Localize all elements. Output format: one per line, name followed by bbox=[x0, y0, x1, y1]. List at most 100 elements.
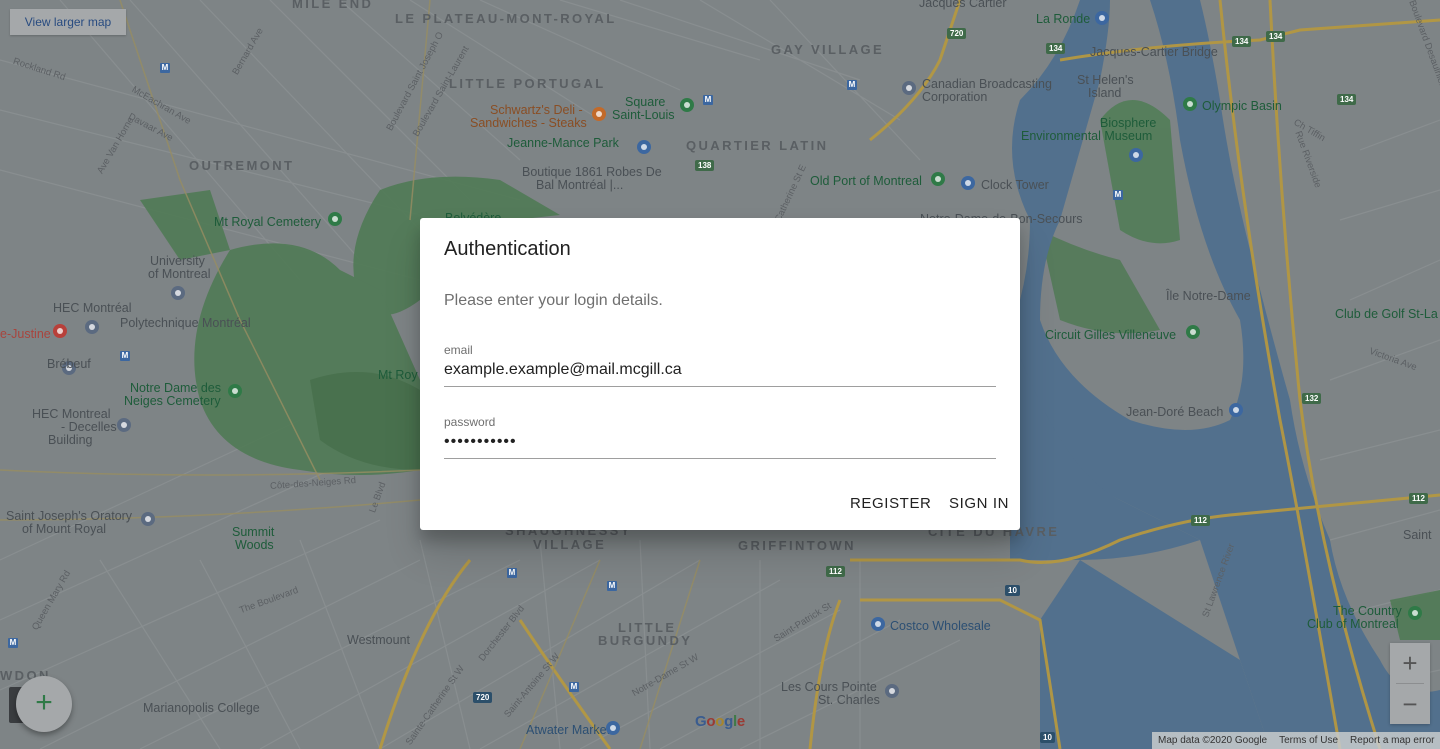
museum-pin-icon[interactable] bbox=[1129, 148, 1143, 162]
authentication-dialog: Authentication Please enter your login d… bbox=[420, 218, 1020, 530]
place-label: Westmount bbox=[347, 633, 410, 647]
highway-shield: 134 bbox=[1046, 43, 1066, 54]
place-label: HEC Montréal bbox=[53, 301, 132, 315]
password-underline bbox=[444, 458, 996, 459]
metro-icon: M bbox=[1113, 190, 1123, 200]
email-input[interactable] bbox=[444, 357, 996, 383]
place-label: Woods bbox=[235, 538, 274, 552]
metro-icon: M bbox=[120, 351, 130, 361]
district-label: GAY VILLAGE bbox=[771, 42, 885, 57]
place-label: Circuit Gilles Villeneuve bbox=[1045, 328, 1177, 342]
place-label: La Ronde bbox=[1036, 12, 1091, 26]
highway-shield: 134 bbox=[1337, 94, 1357, 105]
place-label: Sandwiches - Steaks bbox=[470, 116, 587, 130]
costco-pin-icon[interactable] bbox=[871, 617, 885, 631]
place-label: Jacques Cartier bbox=[919, 0, 1007, 10]
metro-icon: M bbox=[507, 568, 517, 578]
park-pin-icon[interactable] bbox=[680, 98, 694, 112]
view-larger-map-link[interactable]: View larger map bbox=[10, 9, 126, 35]
restaurant-pin-icon[interactable] bbox=[592, 107, 606, 121]
register-button[interactable]: REGISTER bbox=[842, 488, 939, 520]
highway-shield: 112 bbox=[1409, 493, 1428, 504]
circuit-pin-icon[interactable] bbox=[1186, 325, 1200, 339]
place-label: Mt Roy bbox=[378, 368, 418, 382]
highway-shield: 132 bbox=[1302, 393, 1322, 404]
beach-pin-icon[interactable] bbox=[1229, 403, 1243, 417]
highway-shield: 134 bbox=[1266, 31, 1286, 42]
district-label: OUTREMONT bbox=[189, 158, 295, 173]
shopping-pin-icon[interactable] bbox=[885, 684, 899, 698]
highway-shield: 112 bbox=[826, 566, 845, 577]
metro-icon: M bbox=[847, 80, 857, 90]
place-label: Île Notre-Dame bbox=[1166, 289, 1251, 303]
password-input[interactable] bbox=[444, 429, 996, 455]
district-label: MILE END bbox=[292, 0, 374, 11]
sign-in-button[interactable]: SIGN IN bbox=[941, 488, 1017, 520]
highway-shield: 134 bbox=[1232, 36, 1252, 47]
district-label: LE PLATEAU-MONT-ROYAL bbox=[395, 11, 617, 26]
google-logo: Google bbox=[695, 713, 745, 730]
place-label: Polytechnique Montréal bbox=[120, 316, 251, 330]
place-label: Island bbox=[1088, 86, 1122, 100]
place-label: Club of Montreal bbox=[1307, 617, 1399, 631]
place-label: of Mount Royal bbox=[22, 522, 107, 536]
highway-shield: 720 bbox=[947, 28, 967, 39]
place-label: Jeanne-Mance Park bbox=[507, 136, 619, 150]
school-pin-icon[interactable] bbox=[171, 286, 185, 300]
olympic-basin-pin-icon[interactable] bbox=[1183, 97, 1197, 111]
museum-pin-icon[interactable] bbox=[637, 140, 651, 154]
old-port-pin-icon[interactable] bbox=[931, 172, 945, 186]
highway-shield: 10 bbox=[1005, 585, 1020, 596]
place-label: Corporation bbox=[922, 90, 988, 104]
golf-pin-icon[interactable] bbox=[1408, 606, 1422, 620]
church-pin-icon[interactable] bbox=[141, 512, 155, 526]
password-label: password bbox=[444, 415, 496, 429]
email-underline bbox=[444, 386, 996, 387]
school-pin-icon[interactable] bbox=[117, 418, 131, 432]
district-label: VILLAGE bbox=[533, 537, 607, 552]
map-data-credit: Map data ©2020 Google bbox=[1158, 735, 1268, 746]
place-label: Old Port of Montreal bbox=[810, 174, 922, 188]
dialog-title: Authentication bbox=[444, 238, 571, 260]
add-fab-button[interactable]: + bbox=[16, 676, 72, 732]
highway-shield: 720 bbox=[473, 692, 493, 703]
report-map-error-link[interactable]: Report a map error bbox=[1350, 732, 1434, 749]
terms-of-use-link[interactable]: Terms of Use bbox=[1279, 732, 1338, 749]
metro-icon: M bbox=[8, 638, 18, 648]
highway-shield: 138 bbox=[695, 160, 715, 171]
place-label: Jean-Doré Beach bbox=[1126, 405, 1224, 419]
hospital-pin-icon[interactable] bbox=[53, 324, 67, 338]
school-pin-icon[interactable] bbox=[85, 320, 99, 334]
district-label: GRIFFINTOWN bbox=[738, 538, 856, 553]
zoom-control: + − bbox=[1390, 643, 1430, 724]
place-label: St. Charles bbox=[818, 693, 880, 707]
place-label: Clock Tower bbox=[981, 178, 1049, 192]
district-label: BURGUNDY bbox=[598, 633, 693, 648]
metro-icon: M bbox=[569, 682, 579, 692]
place-label: Atwater Market bbox=[526, 723, 611, 737]
place-label: e-Justine bbox=[0, 327, 51, 341]
zoom-in-button[interactable]: + bbox=[1390, 643, 1430, 683]
district-label: LITTLE PORTUGAL bbox=[449, 76, 606, 91]
place-label: Saint-Louis bbox=[612, 108, 675, 122]
zoom-out-button[interactable]: − bbox=[1390, 684, 1430, 724]
market-pin-icon[interactable] bbox=[606, 721, 620, 735]
cemetery-pin-icon[interactable] bbox=[328, 212, 342, 226]
district-label: QUARTIER LATIN bbox=[686, 138, 829, 153]
metro-icon: M bbox=[607, 581, 617, 591]
place-label: Olympic Basin bbox=[1202, 99, 1282, 113]
place-label: Saint bbox=[1403, 528, 1432, 542]
clock-tower-pin-icon[interactable] bbox=[961, 176, 975, 190]
la-ronde-pin-icon[interactable] bbox=[1095, 11, 1109, 25]
place-label: Jacques-Cartier Bridge bbox=[1090, 45, 1218, 59]
cbc-pin-icon[interactable] bbox=[902, 81, 916, 95]
metro-icon: M bbox=[160, 63, 170, 73]
place-label: Marianopolis College bbox=[143, 701, 260, 715]
metro-icon: M bbox=[703, 95, 713, 105]
cemetery-pin-icon[interactable] bbox=[228, 384, 242, 398]
dialog-description: Please enter your login details. bbox=[444, 292, 663, 309]
place-label: Mt Royal Cemetery bbox=[214, 215, 321, 229]
place-label: Building bbox=[48, 433, 93, 447]
place-label: Costco Wholesale bbox=[890, 619, 991, 633]
email-label: email bbox=[444, 343, 473, 357]
